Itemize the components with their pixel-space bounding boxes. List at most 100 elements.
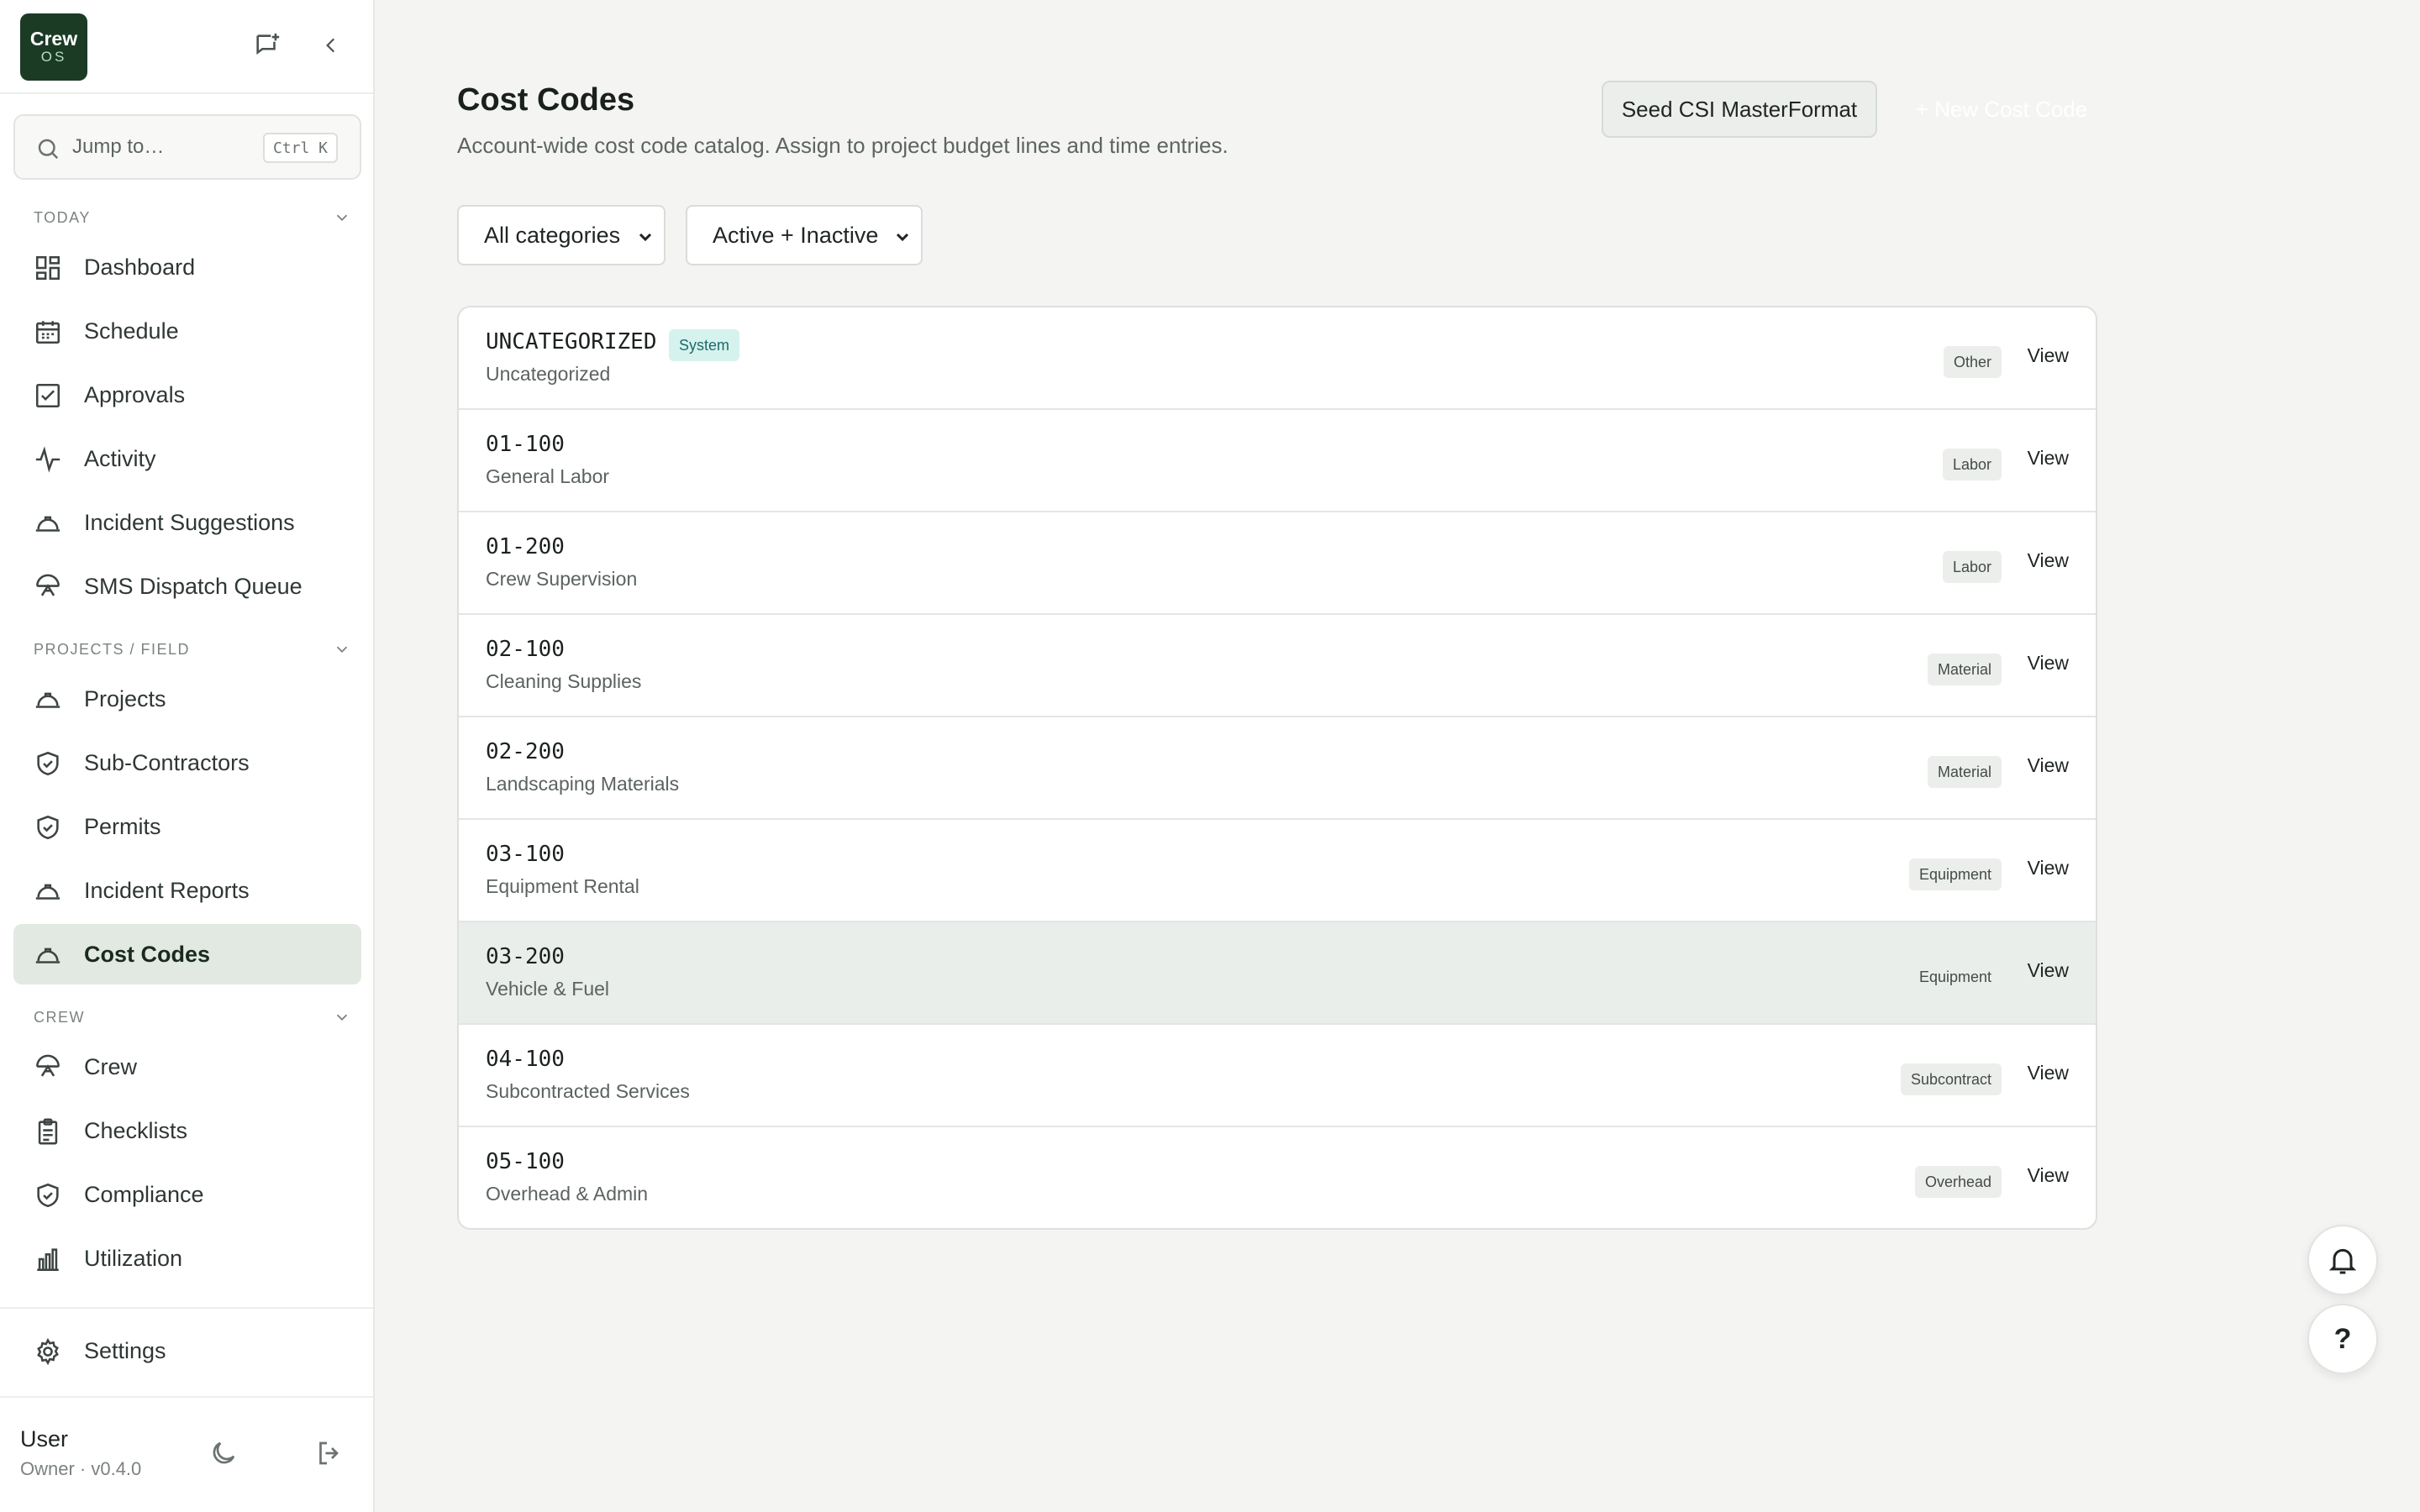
cost-code-row[interactable]: 04-100 Subcontracted Services Subcontrac… bbox=[459, 1025, 2096, 1127]
section-header-projects-field[interactable]: PROJECTS / FIELD bbox=[34, 637, 353, 662]
new-cost-code-button[interactable]: + New Cost Code bbox=[1896, 81, 2107, 138]
chevron-down-icon bbox=[336, 646, 348, 654]
checkbox-icon bbox=[35, 383, 60, 408]
sidebar: Crew OS Jump to… Ctrl K TODAY Dashboard … bbox=[0, 0, 375, 1512]
cost-code: UNCATEGORIZED bbox=[486, 329, 657, 354]
clipboard-icon bbox=[38, 1118, 58, 1145]
logout-icon[interactable] bbox=[314, 1438, 345, 1468]
cost-code-row[interactable]: 01-200 Crew Supervision Labor View bbox=[459, 512, 2096, 615]
sidebar-item-sms-dispatch-queue[interactable]: SMS Dispatch Queue bbox=[13, 556, 361, 617]
category-badge: Material bbox=[1927, 756, 2002, 788]
sidebar-item-permits[interactable]: Permits bbox=[13, 796, 361, 857]
sidebar-item-label: Permits bbox=[84, 813, 161, 839]
cost-code-list: UNCATEGORIZED System Uncategorized Other… bbox=[457, 306, 2097, 1230]
cost-code-name: Landscaping Materials bbox=[486, 773, 680, 795]
collapse-sidebar-icon[interactable] bbox=[314, 29, 348, 62]
sidebar-item-checklists[interactable]: Checklists bbox=[13, 1100, 361, 1161]
feedback-icon[interactable] bbox=[250, 29, 284, 62]
view-link[interactable]: View bbox=[2028, 549, 2069, 572]
sidebar-item-crew[interactable]: Crew bbox=[13, 1037, 361, 1097]
moon-icon[interactable] bbox=[208, 1438, 239, 1468]
category-badge: Subcontract bbox=[1900, 1063, 2002, 1095]
category-filter-value: All categories bbox=[484, 222, 621, 248]
search-shortcut: Ctrl K bbox=[262, 133, 338, 163]
view-link[interactable]: View bbox=[2028, 1062, 2069, 1084]
section-title: CREW bbox=[34, 1008, 85, 1026]
cost-code-name: Cleaning Supplies bbox=[486, 670, 642, 692]
sidebar-item-cost-codes[interactable]: Cost Codes bbox=[13, 924, 361, 984]
sidebar-item-label: Incident Reports bbox=[84, 877, 250, 903]
category-badge: Labor bbox=[1942, 551, 2002, 583]
gear-icon bbox=[37, 1337, 59, 1366]
view-link[interactable]: View bbox=[2028, 1164, 2069, 1187]
shield-icon bbox=[37, 751, 59, 776]
activity-icon bbox=[35, 446, 60, 473]
cost-code-row[interactable]: 03-200 Vehicle & Fuel Equipment View bbox=[459, 922, 2096, 1025]
view-link[interactable]: View bbox=[2028, 652, 2069, 675]
calendar-icon bbox=[35, 321, 60, 344]
cost-code: 05-100 bbox=[486, 1149, 565, 1174]
cost-code-name: Overhead & Admin bbox=[486, 1183, 649, 1205]
sidebar-item-label: Utilization bbox=[84, 1245, 183, 1271]
cost-code: 03-100 bbox=[486, 842, 565, 867]
section-header-today[interactable]: TODAY bbox=[34, 205, 353, 230]
status-filter-select[interactable]: Active + Inactive bbox=[686, 205, 923, 265]
cost-code-row[interactable]: UNCATEGORIZED System Uncategorized Other… bbox=[459, 307, 2096, 410]
sidebar-item-label: Cost Codes bbox=[84, 941, 211, 967]
sidebar-item-incident-suggestions[interactable]: Incident Suggestions bbox=[13, 492, 361, 553]
page-title: Cost Codes bbox=[457, 82, 635, 118]
bar-chart-icon bbox=[37, 1248, 59, 1272]
sidebar-item-sub-contractors[interactable]: Sub-Contractors bbox=[13, 732, 361, 793]
cost-code-name: General Labor bbox=[486, 465, 610, 487]
sidebar-item-compliance[interactable]: Compliance bbox=[13, 1164, 361, 1225]
sidebar-item-label: Dashboard bbox=[84, 254, 196, 280]
category-filter-select[interactable]: All categories bbox=[457, 205, 666, 265]
view-link[interactable]: View bbox=[2028, 344, 2069, 367]
cost-code-name: Equipment Rental bbox=[486, 875, 639, 897]
notifications-button[interactable] bbox=[2307, 1225, 2378, 1295]
sidebar-item-approvals[interactable]: Approvals bbox=[13, 365, 361, 425]
shield-icon bbox=[37, 1183, 59, 1208]
cost-code-row[interactable]: 03-100 Equipment Rental Equipment View bbox=[459, 820, 2096, 922]
help-button[interactable]: ? bbox=[2307, 1304, 2378, 1374]
sidebar-item-dashboard[interactable]: Dashboard bbox=[13, 237, 361, 297]
chevron-down-icon bbox=[896, 233, 909, 242]
cost-code-row[interactable]: 02-200 Landscaping Materials Material Vi… bbox=[459, 717, 2096, 820]
shield-icon bbox=[37, 815, 59, 840]
hardhat-icon bbox=[35, 692, 60, 708]
sidebar-item-schedule[interactable]: Schedule bbox=[13, 301, 361, 361]
app-logo[interactable]: Crew OS bbox=[20, 13, 87, 81]
sidebar-item-label: Checklists bbox=[84, 1117, 188, 1143]
section-title: PROJECTS / FIELD bbox=[34, 640, 191, 658]
sidebar-item-settings[interactable]: Settings bbox=[13, 1320, 361, 1381]
view-link[interactable]: View bbox=[2028, 447, 2069, 470]
cost-code: 01-200 bbox=[486, 534, 565, 559]
search-placeholder: Jump to… bbox=[72, 135, 165, 158]
cost-code-row[interactable]: 01-100 General Labor Labor View bbox=[459, 410, 2096, 512]
category-badge: Other bbox=[1943, 346, 2002, 378]
view-link[interactable]: View bbox=[2028, 754, 2069, 777]
sidebar-item-label: Settings bbox=[84, 1337, 166, 1363]
view-link[interactable]: View bbox=[2028, 959, 2069, 982]
sidebar-item-label: Incident Suggestions bbox=[84, 509, 295, 535]
sidebar-item-label: Schedule bbox=[84, 318, 179, 344]
category-badge: Material bbox=[1927, 654, 2002, 685]
brand-row: Crew OS bbox=[0, 0, 373, 94]
seed-masterformat-button[interactable]: Seed CSI MasterFormat bbox=[1602, 81, 1877, 138]
page-subtitle: Account-wide cost code catalog. Assign t… bbox=[457, 133, 1228, 158]
sidebar-item-label: Crew bbox=[84, 1053, 138, 1079]
category-badge: Overhead bbox=[1914, 1166, 2002, 1198]
sidebar-item-projects[interactable]: Projects bbox=[13, 669, 361, 729]
sidebar-item-label: Compliance bbox=[84, 1181, 204, 1207]
sidebar-item-label: Activity bbox=[84, 445, 156, 471]
cost-code-row[interactable]: 02-100 Cleaning Supplies Material View bbox=[459, 615, 2096, 717]
jump-to-search[interactable]: Jump to… Ctrl K bbox=[13, 114, 361, 180]
sidebar-item-activity[interactable]: Activity bbox=[13, 428, 361, 489]
cost-code-row[interactable]: 05-100 Overhead & Admin Overhead View bbox=[459, 1127, 2096, 1228]
view-link[interactable]: View bbox=[2028, 857, 2069, 879]
sidebar-item-label: Approvals bbox=[84, 381, 186, 407]
section-header-crew[interactable]: CREW bbox=[34, 1005, 353, 1030]
dispatch-icon bbox=[35, 574, 60, 596]
sidebar-item-utilization[interactable]: Utilization bbox=[13, 1228, 361, 1289]
sidebar-item-incident-reports[interactable]: Incident Reports bbox=[13, 860, 361, 921]
